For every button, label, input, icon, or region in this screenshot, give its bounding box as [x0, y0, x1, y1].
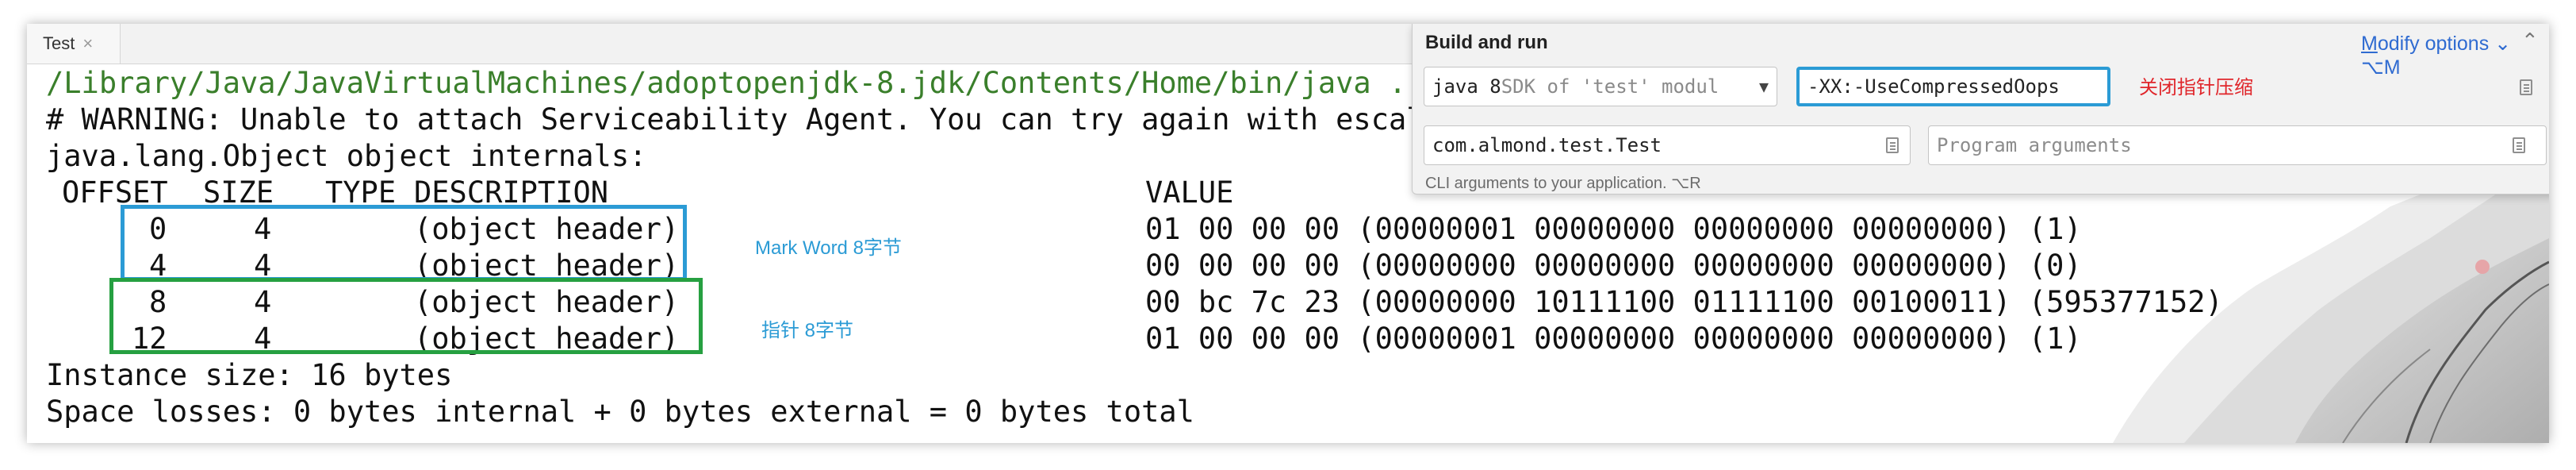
- modify-options-label: odify options: [2377, 33, 2490, 55]
- modify-options-shortcut: ⌥M: [2361, 56, 2401, 79]
- jdk-select[interactable]: java 8 SDK of 'test' modul ▼: [1424, 67, 1777, 106]
- mark-word-annotation: Mark Word 8字节: [755, 237, 902, 259]
- jdk-select-value: java 8: [1432, 75, 1501, 98]
- chevron-down-icon: ▼: [1758, 77, 1769, 96]
- object-internals-line: java.lang.Object object internals:: [46, 139, 647, 173]
- jdk-select-detail: SDK of 'test' modul: [1501, 75, 1719, 98]
- warning-line: # WARNING: Unable to attach Serviceabili…: [46, 102, 1442, 137]
- program-arguments-placeholder: Program arguments: [1937, 134, 2132, 156]
- vm-options-value: -XX:-UseCompressedOops: [1807, 75, 2060, 98]
- row-value: 00 00 00 00 (00000000 00000000 00000000 …: [1145, 248, 2082, 283]
- main-class-value: com.almond.test.Test: [1432, 134, 1662, 156]
- chevron-down-icon: ⌄: [2494, 33, 2512, 55]
- document-icon[interactable]: [1886, 137, 1899, 153]
- close-icon[interactable]: ×: [82, 33, 93, 54]
- command-line[interactable]: /Library/Java/JavaVirtualMachines/adopto…: [46, 65, 1442, 102]
- row-value: 01 00 00 00 (00000001 00000000 00000000 …: [1145, 322, 2082, 356]
- space-losses-line: Space losses: 0 bytes internal + 0 bytes…: [46, 395, 1194, 429]
- modify-options-mnemonic: M: [2361, 33, 2378, 55]
- pointer-annotation: 指针 8字节: [761, 320, 854, 341]
- panel-title: Build and run: [1425, 32, 1548, 53]
- vm-options-annotation: 关闭指针压缩: [2139, 77, 2253, 98]
- header-value: VALUE: [1145, 175, 1234, 210]
- main-class-input[interactable]: com.almond.test.Test: [1424, 125, 1911, 165]
- document-icon[interactable]: [2513, 137, 2525, 153]
- run-window: Test × /Library/Java/JavaVirtualMachines…: [27, 24, 2549, 443]
- background-illustration: [2113, 191, 2549, 443]
- tab-test[interactable]: Test ×: [27, 24, 121, 64]
- mark-word-highlight: [121, 205, 687, 281]
- build-and-run-panel: Build and run Modify options ⌄ ⌥M ⌃ java…: [1412, 24, 2549, 195]
- tab-label: Test: [43, 33, 75, 53]
- instance-size-line: Instance size: 16 bytes: [46, 358, 453, 392]
- cli-arguments-hint: CLI arguments to your application. ⌥R: [1425, 175, 1701, 192]
- document-icon[interactable]: [2520, 79, 2532, 95]
- row-value: 01 00 00 00 (00000001 00000000 00000000 …: [1145, 212, 2082, 246]
- pointer-highlight: [109, 278, 703, 354]
- program-arguments-input[interactable]: Program arguments: [1928, 125, 2547, 165]
- collapse-icon[interactable]: ⌃: [2521, 29, 2539, 53]
- vm-options-input[interactable]: -XX:-UseCompressedOops: [1796, 67, 2110, 106]
